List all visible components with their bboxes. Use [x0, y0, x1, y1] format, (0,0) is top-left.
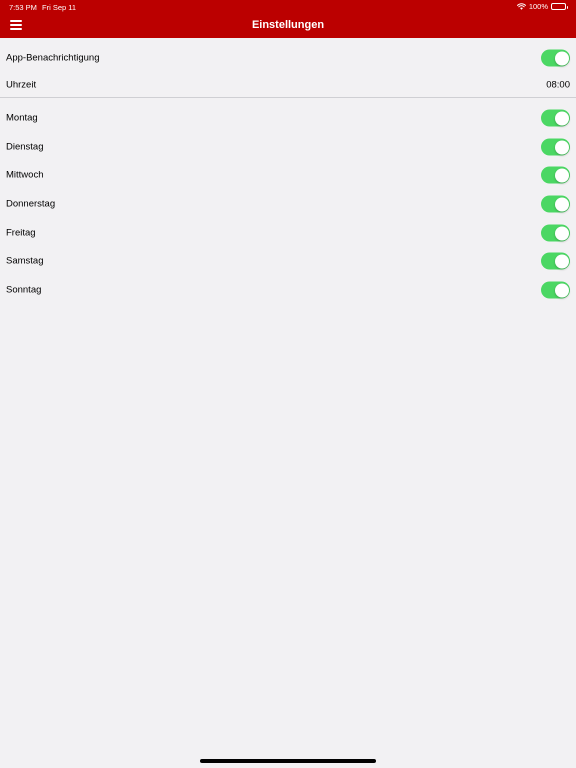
notification-toggle[interactable]	[541, 49, 570, 67]
toggle-knob	[554, 51, 569, 65]
day-row-friday: Freitag	[0, 219, 576, 247]
friday-toggle[interactable]	[541, 224, 570, 242]
wednesday-toggle[interactable]	[541, 166, 570, 184]
day-label: Dienstag	[6, 141, 44, 153]
monday-toggle[interactable]	[541, 109, 570, 127]
battery-icon	[551, 3, 568, 10]
battery-percent: 100%	[528, 2, 548, 11]
sunday-toggle[interactable]	[541, 281, 570, 299]
day-row-tuesday: Dienstag	[0, 133, 576, 161]
notification-row: App-Benachrichtigung	[0, 44, 576, 72]
time-value[interactable]: 08:00	[546, 80, 570, 91]
status-time: 7:53 PM	[9, 3, 37, 12]
day-label: Freitag	[6, 227, 36, 239]
tuesday-toggle[interactable]	[541, 138, 570, 156]
home-indicator[interactable]	[200, 759, 376, 763]
day-row-wednesday: Mittwoch	[0, 161, 576, 189]
thursday-toggle[interactable]	[541, 195, 570, 213]
toggle-knob	[554, 283, 569, 297]
toggle-knob	[554, 226, 569, 240]
day-row-thursday: Donnerstag	[0, 190, 576, 218]
time-label: Uhrzeit	[6, 79, 37, 91]
day-row-saturday: Samstag	[0, 247, 576, 275]
toggle-knob	[554, 197, 569, 211]
day-row-monday: Montag	[0, 104, 576, 132]
toggle-knob	[554, 140, 569, 154]
time-row[interactable]: Uhrzeit 08:00	[0, 72, 576, 98]
day-label: Sonntag	[6, 284, 42, 296]
toggle-knob	[554, 254, 569, 268]
day-row-sunday: Sonntag	[0, 276, 576, 304]
divider	[0, 97, 576, 98]
saturday-toggle[interactable]	[541, 252, 570, 270]
toggle-knob	[554, 111, 569, 125]
app-header: 7:53 PM Fri Sep 11 100% Einstellungen	[0, 0, 576, 38]
toggle-knob	[554, 168, 569, 182]
day-label: Montag	[6, 112, 38, 124]
day-label: Mittwoch	[6, 169, 44, 181]
day-label: Samstag	[6, 255, 44, 267]
day-label: Donnerstag	[6, 198, 56, 210]
status-right: 100%	[516, 2, 568, 11]
status-date: Fri Sep 11	[42, 3, 77, 12]
page-title: Einstellungen	[251, 19, 325, 31]
wifi-icon	[516, 3, 526, 10]
notification-label: App-Benachrichtigung	[6, 52, 100, 64]
status-bar: 7:53 PM Fri Sep 11 100%	[0, 0, 576, 13]
